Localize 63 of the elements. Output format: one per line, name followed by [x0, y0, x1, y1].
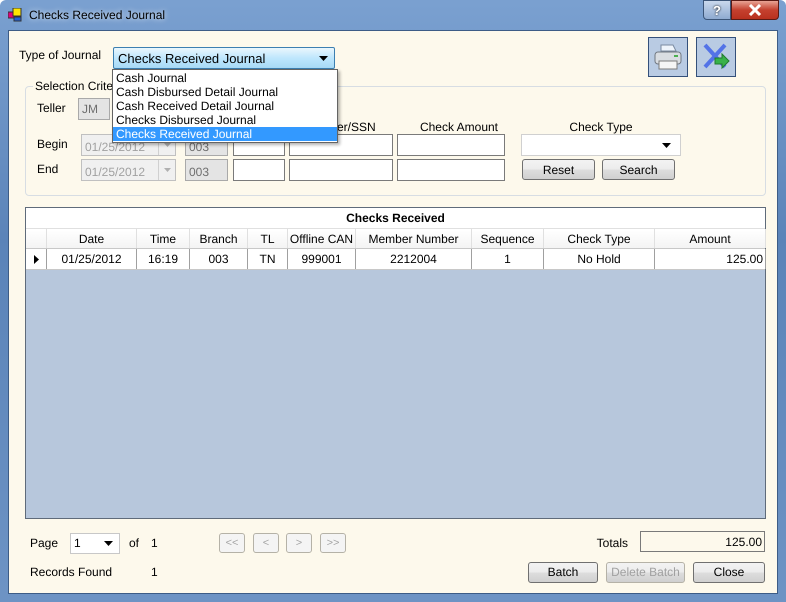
column-header: er/SSN — [337, 120, 376, 134]
column-header[interactable]: Offline CAN — [288, 229, 356, 248]
caret-icon — [319, 56, 328, 60]
branch-field[interactable]: 003 — [185, 159, 228, 181]
of-label: of — [129, 536, 140, 550]
column-header[interactable]: Amount — [655, 229, 766, 248]
caret-icon — [104, 540, 113, 546]
reset-button[interactable]: Reset — [522, 159, 595, 180]
caret-icon — [662, 142, 671, 148]
table-cell: No Hold — [544, 249, 655, 269]
table-cell: 999001 — [288, 249, 356, 269]
table-cell: 125.00 — [655, 249, 766, 269]
teller-field[interactable]: JM — [78, 98, 110, 120]
batch-button[interactable]: Batch — [528, 562, 598, 582]
page-dropdown[interactable]: 1 — [70, 532, 120, 554]
dropdown-option[interactable]: Cash Journal — [113, 71, 337, 85]
window-title: Checks Received Journal — [29, 8, 166, 22]
totals-field: 125.00 — [640, 531, 765, 552]
input-field[interactable] — [233, 159, 285, 181]
print-button[interactable] — [648, 37, 688, 77]
table-cell: 003 — [190, 249, 248, 269]
caret-icon — [164, 168, 170, 172]
column-header[interactable]: Time — [137, 229, 190, 248]
input-field[interactable] — [397, 159, 505, 181]
table-cell: TN — [248, 249, 288, 269]
page-label: Page — [30, 536, 60, 550]
window-close-button[interactable] — [731, 0, 779, 20]
search-button[interactable]: Search — [602, 159, 675, 180]
journal-type-label: Type of Journal — [19, 48, 102, 62]
input-field[interactable] — [289, 159, 393, 181]
close-button[interactable]: Close — [693, 562, 765, 582]
table-cell: 01/25/2012 — [47, 249, 137, 269]
dropdown-option[interactable]: Cash Disbursed Detail Journal — [113, 85, 337, 99]
table-cell: 2212004 — [356, 249, 472, 269]
records-count: 1 — [151, 565, 158, 579]
close-icon — [748, 4, 762, 16]
column-header[interactable]: Check Type — [544, 229, 655, 248]
export-button[interactable] — [696, 37, 736, 77]
row-label: Begin — [37, 137, 69, 151]
grid-caption: Checks Received — [26, 208, 765, 229]
grid-corner-header — [26, 229, 47, 248]
app-icon — [8, 8, 22, 22]
input-field[interactable] — [397, 134, 505, 156]
journal-type-dropdown[interactable]: Checks Received Journal — [113, 47, 335, 69]
column-header[interactable]: TL — [248, 229, 288, 248]
column-header: Check Type — [569, 120, 633, 134]
row-label: End — [37, 162, 60, 176]
table-cell: 16:19 — [137, 249, 190, 269]
column-header[interactable]: Branch — [190, 229, 248, 248]
column-header[interactable]: Member Number — [356, 229, 472, 248]
printer-icon — [653, 43, 683, 71]
dropdown-option[interactable]: Checks Disbursed Journal — [113, 113, 337, 127]
column-header: Check Amount — [420, 120, 498, 134]
dropdown-option[interactable]: Cash Received Detail Journal — [113, 99, 337, 113]
cross-arrow-icon — [701, 42, 731, 72]
column-header[interactable]: Date — [47, 229, 137, 248]
table-cell: 1 — [472, 249, 544, 269]
records-found-label: Records Found — [30, 565, 114, 579]
page-count: 1 — [151, 536, 159, 550]
column-header[interactable]: Sequence — [472, 229, 544, 248]
check-type-dropdown[interactable] — [521, 134, 681, 156]
teller-label: Teller — [37, 101, 67, 115]
totals-label: Totals — [596, 536, 628, 550]
